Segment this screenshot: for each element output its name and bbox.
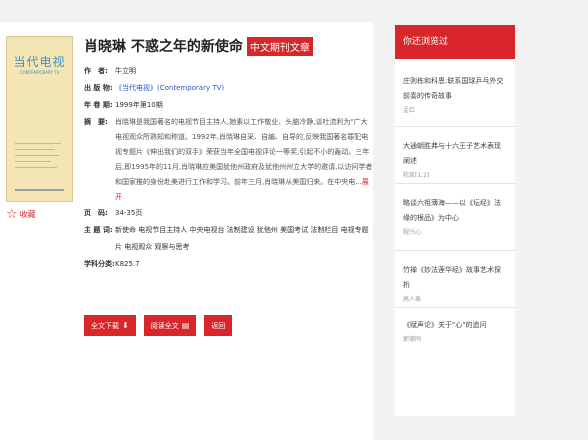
author-row: 作 者: 牛立明 — [84, 63, 374, 80]
abstract-text: 肖晓琳是我国著名的电视节目主持人,她素以工作敬业、头脑冷静,谈吐流利为"广大电视… — [115, 114, 374, 205]
item-title[interactable]: 略谈六祖薄海——以《坛经》法缘的根品》为中心 — [403, 196, 507, 226]
keywords-label: 主 题 词: — [84, 226, 113, 234]
article-title: 肖晓琳 不惑之年的新使命 — [84, 39, 243, 55]
journal-cover: 当代电视 CONTEMPORARY TV — [6, 36, 73, 202]
year-value: 1999年第10期 — [115, 101, 163, 109]
download-label: 全文下载 — [91, 321, 119, 330]
class-label: 学科分类: — [84, 260, 115, 268]
read-label: 阅读全文 — [150, 321, 179, 330]
action-buttons: 全文下载 ⬇ 阅读全文 ▤ 返回 — [84, 315, 233, 336]
item-title[interactable]: 大通朝胜弗与十六王子艺术表现阐述 — [403, 139, 507, 169]
cover-bottom-bar — [15, 189, 64, 191]
author-value[interactable]: 牛立明 — [115, 63, 374, 80]
cover-line — [15, 167, 57, 168]
keywords-value[interactable]: 新使命 电视节目主持人 中央电视台 法制建设 犹他州 美国考试 法制栏目 电视专… — [115, 222, 374, 256]
favorite-button[interactable]: ☆ 收藏 — [6, 208, 36, 221]
recently-viewed-panel: 你还浏览过 庄则栋和科恩:联系国球乒乓外交前奏的传奇故事 孟红 大通朝胜弗与十六… — [395, 25, 515, 416]
back-button[interactable]: 返回 — [204, 315, 233, 336]
item-author: 孟红 — [403, 107, 416, 114]
publication-row: 出 版 物: 《当代电视》(Contemporary TV) — [84, 80, 374, 97]
article-title-row: 肖晓琳 不惑之年的新使命 中文期刊文章 — [84, 36, 313, 56]
item-author: 郭德同 — [403, 336, 422, 343]
item-title[interactable]: 庄则栋和科恩:联系国球乒乓外交前奏的传奇故事 — [403, 74, 507, 104]
type-badge: 中文期刊文章 — [246, 36, 313, 56]
cover-line — [15, 155, 59, 156]
read-button[interactable]: 阅读全文 ▤ — [143, 315, 197, 336]
abstract-row: 摘 要: 肖晓琳是我国著名的电视节目主持人,她素以工作敬业、头脑冷静,谈吐流利为… — [84, 114, 374, 205]
list-item[interactable]: 大通朝胜弗与十六王子艺术表现阐述 陈凯[1,2] — [395, 127, 515, 184]
pages-row: 页 码: 34-35页 — [84, 205, 374, 222]
cover-title: 当代电视 — [13, 55, 66, 69]
list-item[interactable]: 庄则栋和科恩:联系国球乒乓外交前奏的传奇故事 孟红 — [395, 59, 515, 127]
article-card: 当代电视 CONTEMPORARY TV ☆ 收藏 肖晓琳 不惑之年的新使命 中… — [0, 22, 373, 440]
favorite-label: 收藏 — [19, 210, 36, 219]
download-button[interactable]: 全文下载 ⬇ — [84, 315, 136, 336]
star-icon: ☆ — [6, 207, 18, 222]
panel-heading: 你还浏览过 — [395, 25, 515, 59]
abstract-label: 摘 要: — [84, 118, 108, 126]
item-author: 陈凯[1,2] — [403, 172, 430, 179]
item-title[interactable]: 竹禅《妙法莲华经》故事艺术探析 — [403, 263, 507, 293]
back-label: 返回 — [211, 321, 226, 330]
abstract-body: 肖晓琳是我国著名的电视节目主持人,她素以工作敬业、头脑冷静,谈吐流利为"广大电视… — [115, 118, 373, 186]
list-item[interactable]: 《赋声论》关于"心"的追问 郭德同 — [395, 308, 515, 358]
author-label: 作 者: — [84, 67, 108, 75]
cover-subtitle: CONTEMPORARY TV — [19, 70, 60, 75]
cover-line — [15, 149, 55, 150]
download-icon: ⬇ — [122, 321, 129, 330]
publication-link[interactable]: 《当代电视》(Contemporary TV) — [115, 80, 374, 97]
pages-value: 34-35页 — [115, 209, 143, 217]
book-icon: ▤ — [181, 321, 190, 330]
cover-line — [15, 161, 51, 162]
keywords-row: 主 题 词: 新使命 电视节目主持人 中央电视台 法制建设 犹他州 美国考试 法… — [84, 222, 374, 256]
list-item[interactable]: 竹禅《妙法莲华经》故事艺术探析 高人泰 — [395, 251, 515, 308]
class-row: 学科分类: K825.7 — [84, 256, 374, 273]
list-item[interactable]: 略谈六祖薄海——以《坛经》法缘的根品》为中心 程兴心 — [395, 184, 515, 251]
year-label: 年 卷 期: — [84, 101, 113, 109]
publication-label: 出 版 物: — [84, 84, 113, 92]
item-author: 程兴心 — [403, 229, 422, 236]
cover-line — [15, 143, 61, 144]
item-author: 高人泰 — [403, 296, 422, 303]
metadata-block: 作 者: 牛立明 出 版 物: 《当代电视》(Contemporary TV) … — [84, 63, 374, 273]
pages-label: 页 码: — [84, 209, 108, 217]
item-title[interactable]: 《赋声论》关于"心"的追问 — [403, 318, 507, 333]
class-value: K825.7 — [115, 260, 140, 268]
year-row: 年 卷 期: 1999年第10期 — [84, 97, 374, 114]
